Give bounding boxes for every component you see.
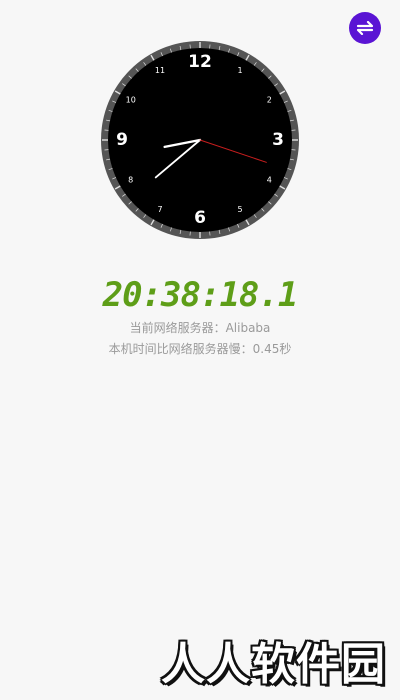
clock-numeral-7: 7	[157, 205, 162, 214]
clock-numeral-1: 1	[237, 66, 242, 75]
switch-server-button[interactable]	[349, 12, 381, 44]
swap-horizontal-icon	[356, 21, 374, 35]
clock-numeral-2: 2	[267, 96, 272, 105]
digital-time: 20:38:18.1	[102, 275, 299, 315]
server-info-text: 当前网络服务器：Alibaba	[129, 321, 271, 335]
clock-numeral-10: 10	[126, 96, 136, 105]
clock-numeral-11: 11	[155, 66, 165, 75]
clock-numeral-8: 8	[128, 176, 133, 185]
time-offset-text: 本机时间比网络服务器慢：0.45秒	[108, 342, 292, 356]
analog-clock: 12 1 2 3 4 5 6 7 8 9 10 11	[100, 40, 300, 240]
clock-numeral-6: 6	[194, 208, 206, 228]
clock-numeral-3: 3	[272, 130, 284, 150]
clock-numeral-5: 5	[237, 205, 242, 214]
clock-numeral-12: 12	[188, 52, 212, 72]
watermark-logo: 人人软件园	[161, 639, 386, 690]
clock-numeral-9: 9	[116, 130, 128, 150]
clock-numeral-4: 4	[267, 176, 272, 185]
